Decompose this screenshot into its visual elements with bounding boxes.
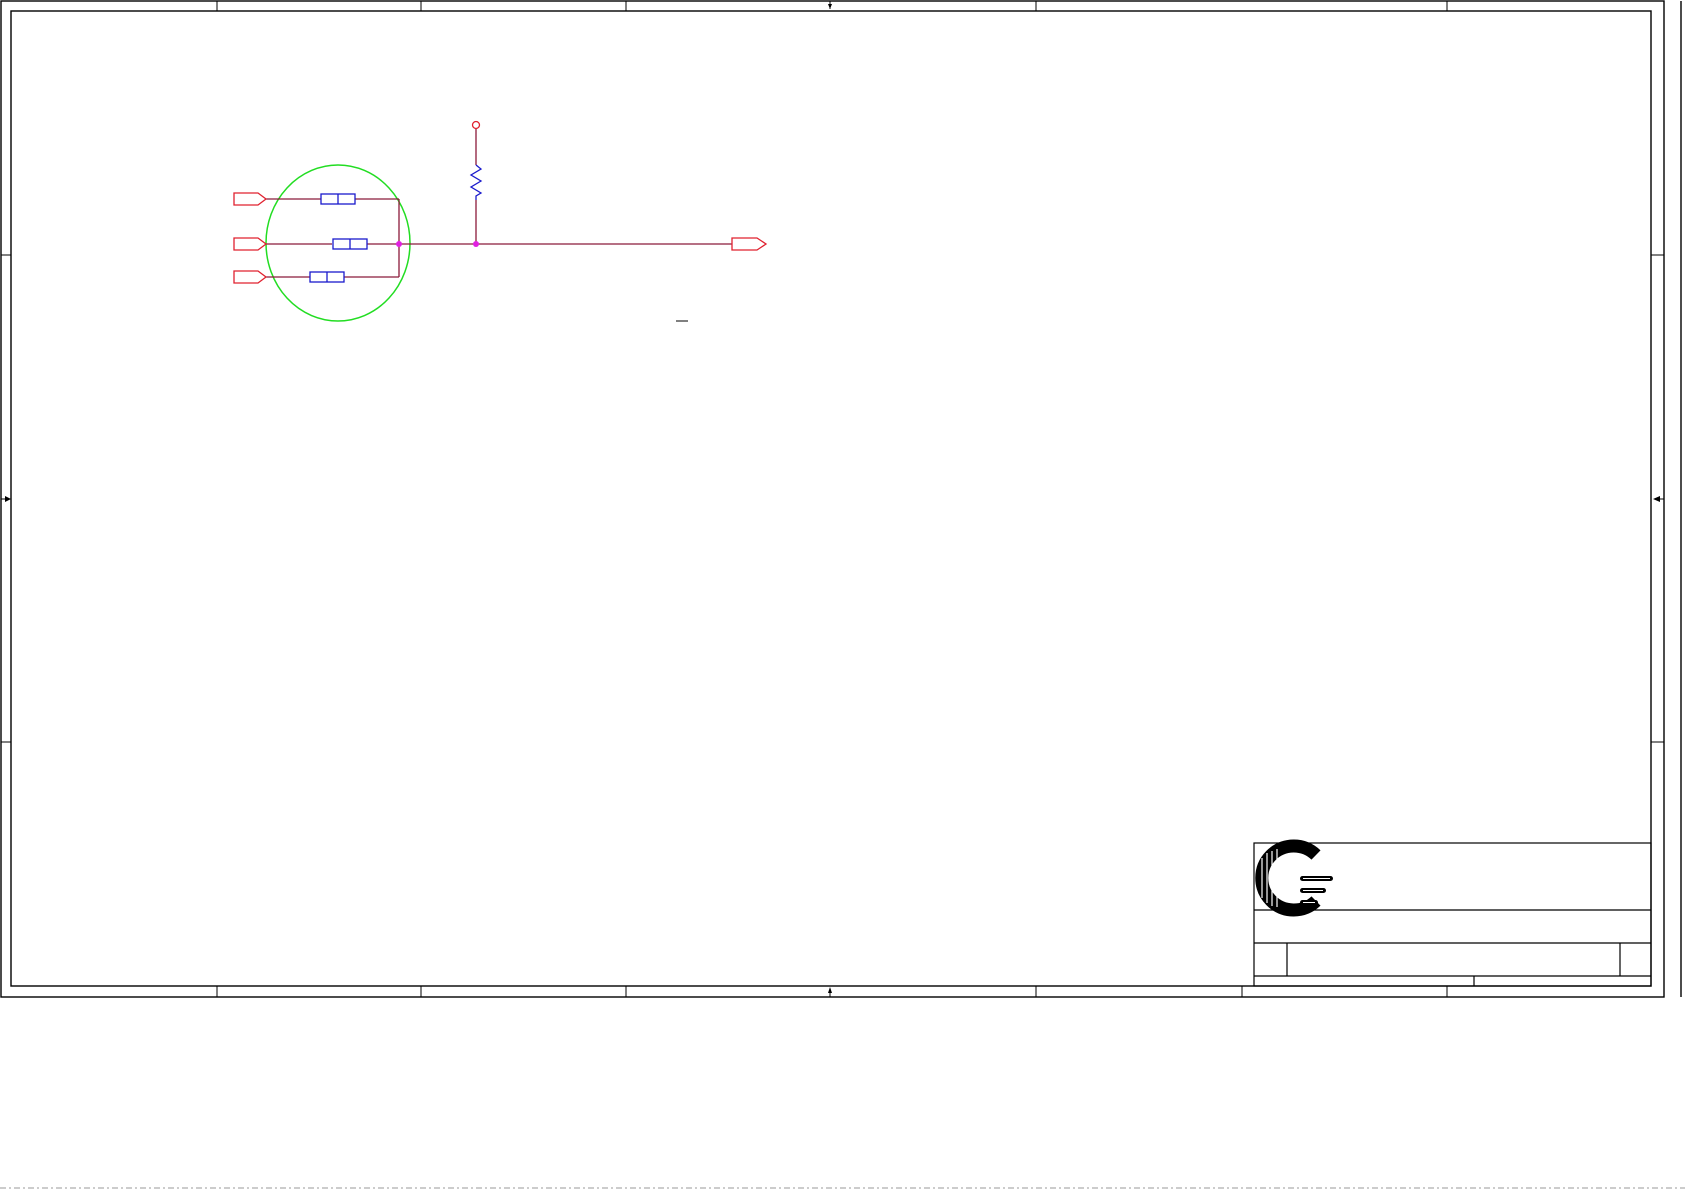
drawing-frame [0, 0, 1682, 998]
output-port [731, 237, 768, 251]
power-terminal [471, 120, 481, 130]
junction-resistor [473, 241, 479, 247]
company-logo-icon [1255, 839, 1333, 917]
outer-border [0, 0, 1665, 998]
title-block [1253, 842, 1652, 987]
inner-border [10, 10, 1652, 987]
title-block-border [1253, 842, 1652, 987]
fuse-top-icon [320, 193, 356, 205]
input-port-1 [233, 192, 268, 206]
input-port-2 [233, 237, 268, 251]
schematic-sheet [0, 0, 1685, 1189]
center-arrows [5, 4, 1660, 993]
junction-bus [396, 241, 402, 247]
resistor-icon [469, 164, 483, 200]
input-ports [233, 192, 268, 284]
input-port-3 [233, 270, 268, 284]
fuse-middle-icon [332, 238, 368, 250]
wires [265, 129, 732, 278]
highlight-ellipse [265, 164, 411, 322]
zone-markers [1, 1, 1664, 997]
fuses [309, 193, 368, 283]
fuse-bottom-icon [309, 271, 345, 283]
